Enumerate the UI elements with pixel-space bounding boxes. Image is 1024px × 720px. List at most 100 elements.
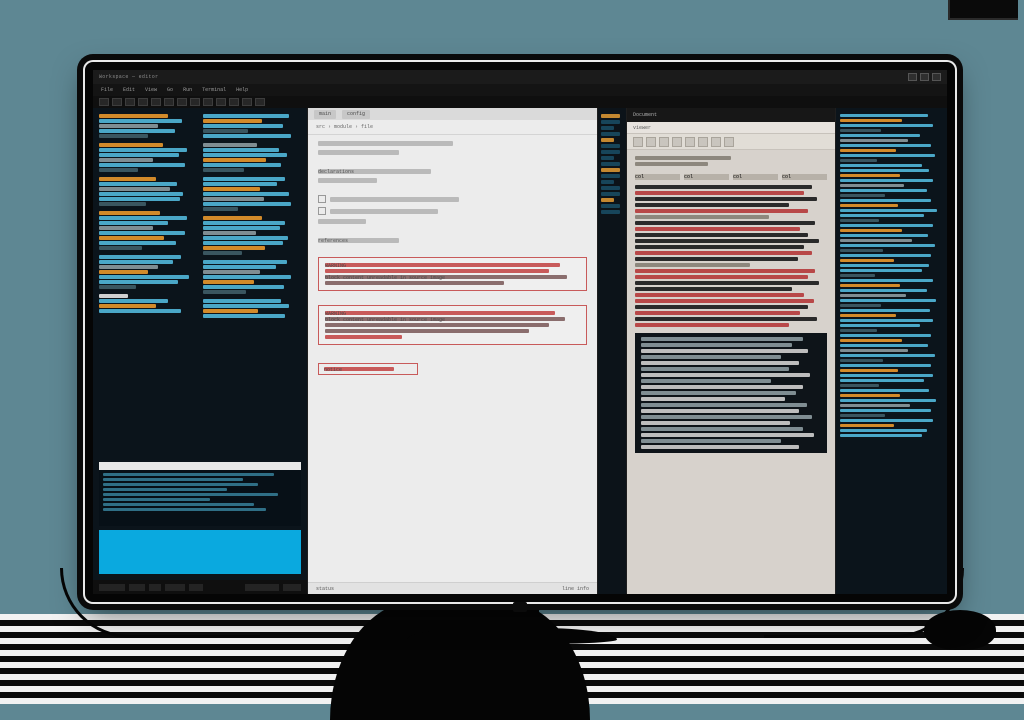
doc-toolbar-button[interactable] <box>633 137 643 147</box>
code-line <box>840 429 927 432</box>
menu-view[interactable]: View <box>145 87 157 93</box>
code-line <box>203 290 246 294</box>
breadcrumb[interactable]: src › module › file <box>316 124 373 130</box>
status-right[interactable]: line info <box>562 586 589 592</box>
menubar[interactable]: File Edit View Go Run Terminal Help <box>93 84 947 96</box>
doc-toolbar-button[interactable] <box>698 137 708 147</box>
toolbar-button[interactable] <box>216 98 226 106</box>
status-cell[interactable] <box>189 584 203 591</box>
window-minimize-button[interactable] <box>908 73 917 81</box>
doc-line <box>635 245 804 249</box>
far-code-strip[interactable] <box>836 108 947 594</box>
code-line <box>840 204 898 207</box>
doc-toolbar-button[interactable] <box>672 137 682 147</box>
window-close-button[interactable] <box>932 73 941 81</box>
document-dark-section <box>635 333 827 453</box>
outline-item[interactable] <box>601 210 620 214</box>
toolbar-button[interactable] <box>99 98 109 106</box>
doc-toolbar-button[interactable] <box>659 137 669 147</box>
outline-item[interactable] <box>601 120 620 124</box>
doc-toolbar-button[interactable] <box>646 137 656 147</box>
file-icon[interactable] <box>318 207 326 215</box>
status-cell[interactable] <box>149 584 161 591</box>
table-header-cell[interactable]: col <box>635 174 680 180</box>
window-maximize-button[interactable] <box>920 73 929 81</box>
terminal-panel[interactable] <box>99 462 301 526</box>
outline-item[interactable] <box>601 204 620 208</box>
status-cell[interactable] <box>245 584 279 591</box>
outline-item[interactable] <box>601 156 614 160</box>
toolbar-button[interactable] <box>177 98 187 106</box>
terminal-header[interactable] <box>99 462 301 470</box>
menu-help[interactable]: Help <box>236 87 248 93</box>
outline-item[interactable] <box>601 114 620 118</box>
status-cell[interactable] <box>165 584 185 591</box>
code-line <box>99 226 153 230</box>
status-left[interactable]: status <box>316 586 334 592</box>
code-line <box>203 304 289 308</box>
code-line <box>99 134 148 138</box>
code-line <box>840 144 931 147</box>
outline-item[interactable] <box>601 144 620 148</box>
document-titlebar[interactable]: Document <box>627 108 835 122</box>
toolbar-button[interactable] <box>138 98 148 106</box>
outline-item[interactable] <box>601 168 620 172</box>
toolbar-button[interactable] <box>112 98 122 106</box>
table-header-cell[interactable]: col <box>782 174 827 180</box>
table-header-cell[interactable]: col <box>733 174 778 180</box>
outline-item[interactable] <box>601 138 614 142</box>
code-line <box>840 249 883 252</box>
outline-strip[interactable] <box>598 108 626 594</box>
document-body[interactable]: col col col col <box>627 150 835 594</box>
status-cell[interactable] <box>129 584 145 591</box>
outline-item[interactable] <box>601 126 614 130</box>
window-titlebar[interactable]: Workspace — editor <box>93 70 947 84</box>
tab[interactable]: main <box>314 110 336 119</box>
outline-item[interactable] <box>601 180 614 184</box>
toolbar-button[interactable] <box>229 98 239 106</box>
toolbar-button[interactable] <box>151 98 161 106</box>
tab-label: main <box>319 111 331 117</box>
document-panel[interactable]: Document viewer <box>626 108 836 594</box>
doc-toolbar-button[interactable] <box>685 137 695 147</box>
code-line <box>840 274 875 277</box>
toolbar <box>93 96 947 108</box>
status-cell[interactable] <box>283 584 301 591</box>
menu-go[interactable]: Go <box>167 87 173 93</box>
outline-item[interactable] <box>601 174 620 178</box>
table-header-cell[interactable]: col <box>684 174 729 180</box>
menu-terminal[interactable]: Terminal <box>202 87 226 93</box>
toolbar-button[interactable] <box>242 98 252 106</box>
outline-item[interactable] <box>601 150 620 154</box>
outline-item[interactable] <box>601 192 620 196</box>
status-cell[interactable] <box>99 584 125 591</box>
code-line <box>99 241 176 245</box>
editor-statusbar[interactable] <box>93 580 307 594</box>
outline-item[interactable] <box>601 186 620 190</box>
doc-toolbar-button[interactable] <box>724 137 734 147</box>
menu-file[interactable]: File <box>101 87 113 93</box>
folder-icon[interactable] <box>318 195 326 203</box>
menu-run[interactable]: Run <box>183 87 192 93</box>
light-editor-pane[interactable]: main config src › module › file declarat… <box>308 108 598 594</box>
toolbar-button[interactable] <box>164 98 174 106</box>
code-editor-pane[interactable] <box>93 108 308 594</box>
doc-line <box>635 275 808 279</box>
menu-edit[interactable]: Edit <box>123 87 135 93</box>
section-heading: declarations <box>318 169 431 174</box>
outline-item[interactable] <box>601 132 620 136</box>
toolbar-button[interactable] <box>190 98 200 106</box>
center-statusbar: status line info <box>308 582 597 594</box>
code-line <box>203 285 284 289</box>
tab[interactable]: config <box>342 110 370 119</box>
outline-item[interactable] <box>601 198 614 202</box>
doc-line <box>641 439 781 443</box>
toolbar-button[interactable] <box>203 98 213 106</box>
terminal-line <box>103 478 243 481</box>
code-line <box>203 158 266 162</box>
code-line <box>99 163 185 167</box>
doc-toolbar-button[interactable] <box>711 137 721 147</box>
toolbar-button[interactable] <box>125 98 135 106</box>
outline-item[interactable] <box>601 162 620 166</box>
toolbar-button[interactable] <box>255 98 265 106</box>
